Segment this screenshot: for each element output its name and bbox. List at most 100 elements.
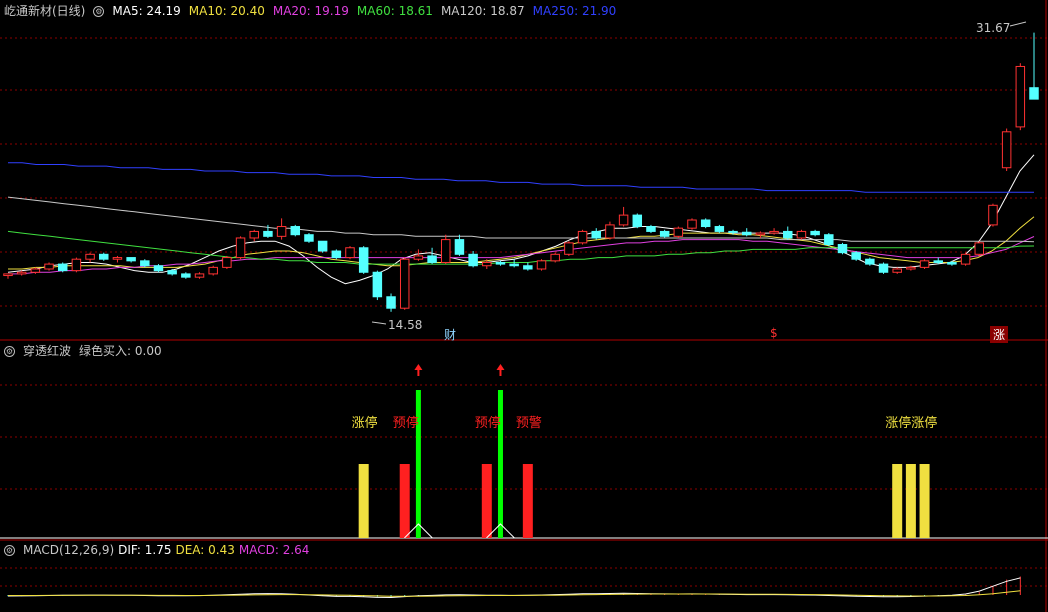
- signal-label: 预警: [515, 416, 542, 431]
- ma-indicator-1: MA10: 20.40: [188, 4, 265, 18]
- candle-body: [399, 258, 410, 309]
- candle-body: [700, 219, 711, 228]
- candle-body: [3, 273, 13, 277]
- candle-body: [605, 224, 615, 239]
- candle-body: [851, 252, 861, 260]
- candle-body: [591, 230, 601, 239]
- candle-body: [222, 257, 232, 268]
- limit-up-marker[interactable]: 涨: [990, 326, 1009, 343]
- candle-body: [468, 253, 478, 267]
- candle-body: [837, 244, 848, 254]
- macd-value: MACD: 2.64: [238, 543, 310, 557]
- candle-body: [413, 255, 424, 260]
- candle-body: [57, 263, 68, 272]
- candle-body: [194, 273, 205, 278]
- candle-body: [550, 253, 560, 262]
- macd-dea: DEA: 0.43: [175, 543, 235, 557]
- dollar-marker[interactable]: $: [770, 326, 778, 340]
- settings-icon[interactable]: ⚙: [4, 346, 15, 357]
- candle-body: [1029, 87, 1039, 100]
- candle-body: [30, 268, 41, 273]
- signal-bar: [522, 464, 533, 538]
- candle-body: [536, 260, 547, 270]
- candle-body: [618, 214, 629, 226]
- main-panel-header: 屹通新材(日线) ⚙ MA5: 24.19 MA10: 20.40 MA20: 19.1…: [4, 4, 632, 18]
- signal-bar: [399, 464, 410, 538]
- candle-body: [372, 271, 383, 298]
- candle-body: [304, 234, 314, 242]
- candle-body: [878, 263, 889, 273]
- candle-body: [454, 239, 465, 255]
- candle-body: [331, 250, 342, 259]
- candle-body: [865, 258, 875, 265]
- candle-body: [99, 253, 109, 260]
- candle-body: [317, 240, 328, 252]
- stock-chart[interactable]: [0, 0, 1048, 612]
- candle-body: [523, 265, 533, 270]
- settings-icon[interactable]: ⚙: [4, 545, 15, 556]
- buy-label: 绿色买入: 0.00: [79, 344, 162, 358]
- candle-body: [646, 226, 656, 232]
- candle-body: [810, 230, 820, 236]
- high-price-label: 31.67: [976, 21, 1011, 35]
- candle-body: [153, 265, 164, 272]
- signal-label: 涨停: [351, 416, 378, 431]
- signal-bar: [892, 464, 903, 538]
- candle-body: [427, 255, 437, 263]
- candle-body: [960, 253, 971, 265]
- candle-body: [919, 260, 930, 268]
- candle-body: [769, 230, 779, 234]
- candle-body: [71, 258, 82, 272]
- signal-bar: [919, 464, 930, 538]
- candle-body: [16, 271, 27, 275]
- ma-indicator-4: MA120: 18.87: [440, 4, 525, 18]
- finance-marker[interactable]: 财: [444, 326, 456, 343]
- candle-body: [741, 231, 752, 236]
- candle-body: [673, 227, 684, 237]
- signal-label: 预停: [474, 416, 501, 431]
- candle-body: [947, 261, 957, 265]
- macd-panel-header: ⚙ MACD(12,26,9) DIF: 1.75 DEA: 0.43 MACD: 2.…: [4, 543, 317, 557]
- signal-label: 预停: [392, 416, 419, 431]
- candle-body: [564, 242, 574, 255]
- candle-body: [1015, 65, 1026, 128]
- signal-title: 穿透红波: [23, 344, 72, 358]
- candle-body: [796, 230, 807, 239]
- signal-label: 涨停涨停: [885, 416, 938, 431]
- settings-icon[interactable]: ⚙: [93, 6, 105, 17]
- candle-body: [1001, 131, 1012, 169]
- candle-body: [249, 230, 259, 239]
- candle-body: [482, 261, 492, 267]
- candle-body: [892, 268, 902, 273]
- candle-body: [208, 266, 218, 275]
- candle-body: [263, 230, 273, 237]
- candle-body: [933, 260, 943, 263]
- candle-body: [276, 226, 287, 237]
- candle-body: [126, 257, 136, 262]
- candle-body: [345, 247, 355, 259]
- candle-body: [235, 237, 246, 259]
- candle-body: [728, 230, 738, 233]
- ma-indicator-3: MA60: 18.61: [356, 4, 433, 18]
- candle-body: [140, 260, 150, 267]
- signal-panel-header: ⚙ 穿透红波 绿色买入: 0.00: [4, 344, 170, 358]
- candle-body: [44, 263, 54, 270]
- candle-body: [783, 230, 793, 239]
- signal-bar: [358, 464, 369, 538]
- ma-indicator-2: MA20: 19.19: [272, 4, 349, 18]
- stock-name[interactable]: 屹通新材(日线): [4, 4, 85, 18]
- candle-body: [755, 232, 766, 236]
- candle-body: [167, 270, 177, 275]
- candle-body: [386, 296, 396, 309]
- low-price-label: 14.58: [388, 318, 423, 332]
- candle-body: [181, 273, 191, 278]
- ma-indicator-0: MA5: 24.19: [112, 4, 181, 18]
- candle-body: [974, 242, 985, 255]
- candle-body: [112, 257, 123, 260]
- candle-body: [714, 226, 725, 232]
- candle-body: [577, 230, 588, 244]
- candle-body: [906, 266, 916, 270]
- macd-title: MACD(12,26,9): [23, 543, 115, 557]
- candle-body: [290, 226, 301, 236]
- candle-body: [85, 253, 95, 260]
